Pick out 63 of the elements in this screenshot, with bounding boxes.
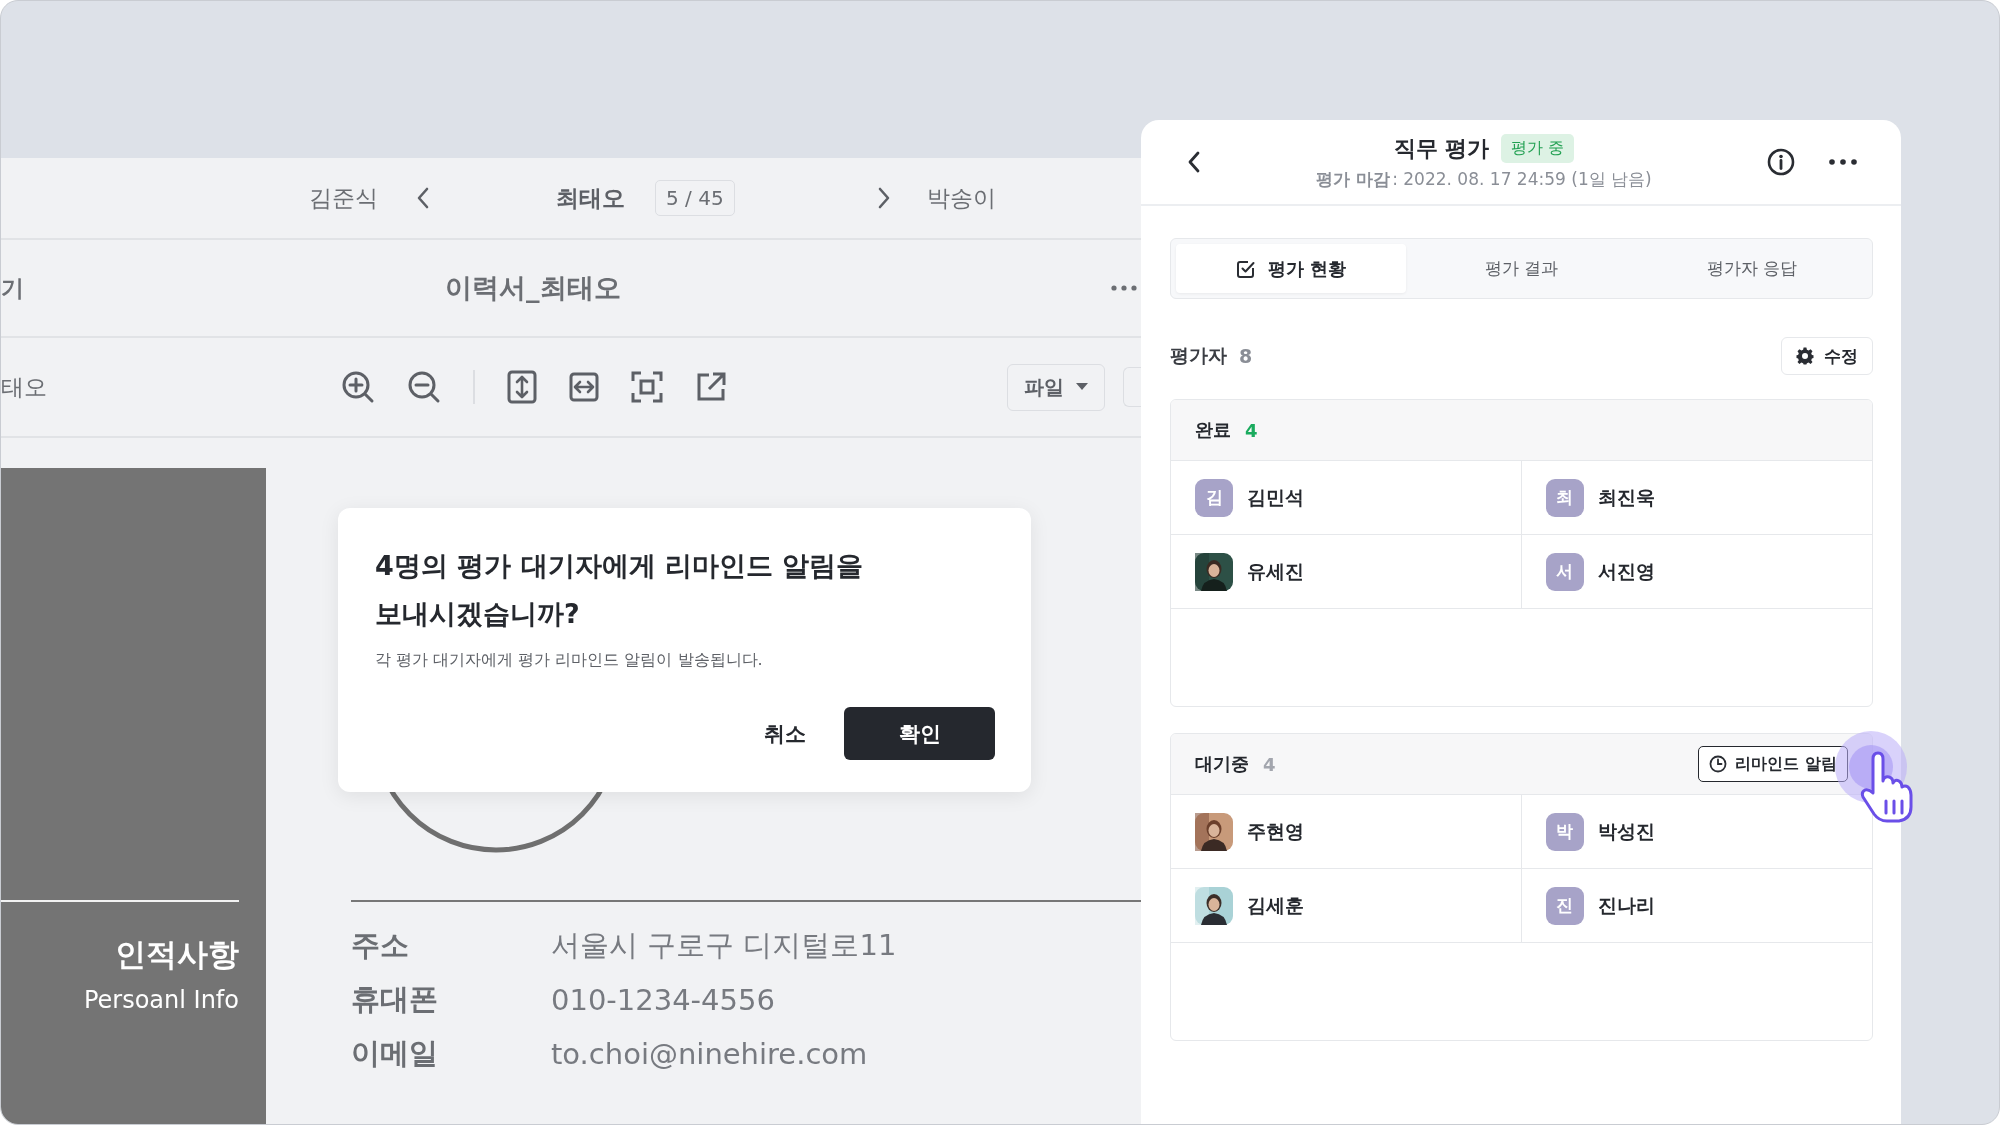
field-value: 010-1234-4556	[551, 983, 775, 1017]
initial-avatar: 진	[1545, 886, 1584, 925]
fit-width-icon[interactable]	[569, 372, 599, 402]
back-label[interactable]: 기	[1, 272, 61, 304]
evaluator-name: 김민석	[1247, 484, 1304, 510]
field-label: 주소	[351, 927, 410, 964]
evaluator-name: 김세훈	[1247, 892, 1304, 918]
evaluator-name: 유세진	[1247, 558, 1304, 584]
previous-candidate-link[interactable]: 김준식	[309, 182, 378, 214]
position-counter: 5 / 45	[655, 180, 735, 216]
zoom-out-icon[interactable]	[407, 370, 441, 404]
field-value: to.choi@ninehire.com	[551, 1037, 868, 1071]
chevron-left-icon[interactable]	[416, 187, 430, 209]
caret-icon	[1076, 383, 1088, 391]
file-dropdown[interactable]: 파일	[1007, 363, 1105, 411]
evaluator-name: 진나리	[1597, 892, 1655, 918]
initial-avatar: 김	[1195, 478, 1233, 517]
deadline-label: 평가 마감	[1316, 167, 1391, 191]
evaluators-label: 평가자	[1170, 343, 1227, 368]
edit-button[interactable]: 수정	[1781, 337, 1873, 375]
confirm-button[interactable]: 확인	[844, 707, 995, 760]
tab[interactable]: 평가자 응답	[1636, 244, 1867, 293]
status-badge: 평가 중	[1501, 134, 1575, 163]
initial-avatar: 박	[1545, 812, 1584, 851]
cancel-button[interactable]: 취소	[750, 709, 820, 758]
open-external-icon[interactable]	[695, 371, 727, 403]
fit-page-icon[interactable]	[631, 371, 663, 403]
next-candidate-link[interactable]: 박송이	[926, 182, 996, 214]
tab[interactable]: 평가 결과	[1406, 244, 1637, 293]
checkbox-icon	[1236, 258, 1256, 279]
evaluator-name: 박성진	[1597, 818, 1655, 844]
field-label: 이메일	[351, 1035, 439, 1072]
field-label: 휴대폰	[351, 981, 439, 1018]
initial-avatar: 서	[1545, 552, 1584, 591]
group-count: 4	[1263, 753, 1276, 775]
section-title: 인적사항	[115, 935, 239, 974]
panel-title: 직무 평가	[1393, 134, 1490, 163]
tab[interactable]: 평가 현황	[1176, 244, 1407, 293]
evaluator-name: 주현영	[1247, 818, 1304, 844]
info-icon[interactable]	[1767, 148, 1795, 176]
dialog-title: 4명의 평가 대기자에게 리마인드 알림을 보내시겠습니까?	[375, 549, 865, 631]
fit-height-icon[interactable]	[507, 370, 537, 404]
remind-button[interactable]: 리마인드 알림	[1698, 746, 1848, 782]
more-icon[interactable]	[1829, 159, 1857, 165]
evaluator-name: 서진영	[1597, 558, 1655, 584]
document-title: 이력서_최태오	[445, 271, 621, 305]
gear-icon	[1796, 347, 1814, 365]
field-value: 서울시 구로구 디지털로11	[551, 927, 897, 964]
evaluator-name: 최진욱	[1597, 484, 1655, 510]
zoom-in-icon[interactable]	[341, 370, 375, 404]
initial-avatar: 최	[1545, 478, 1584, 517]
group-label: 대기중	[1195, 752, 1249, 776]
file-name-label: 태오	[1, 372, 48, 402]
current-candidate-name: 최태오	[556, 183, 625, 213]
dialog-message: 각 평가 대기자에게 평가 리마인드 알림이 발송됩니다.	[375, 650, 764, 671]
deadline-value: : 2022. 08. 17 24:59 (1일 남음)	[1392, 167, 1652, 191]
section-subtitle: Persoanl Info	[83, 986, 239, 1014]
group-label: 완료	[1195, 418, 1231, 442]
back-icon[interactable]	[1187, 151, 1201, 173]
evaluators-count: 8	[1239, 345, 1253, 367]
chevron-right-icon[interactable]	[876, 187, 891, 209]
group-count: 4	[1245, 419, 1258, 441]
clock-icon	[1709, 755, 1728, 773]
